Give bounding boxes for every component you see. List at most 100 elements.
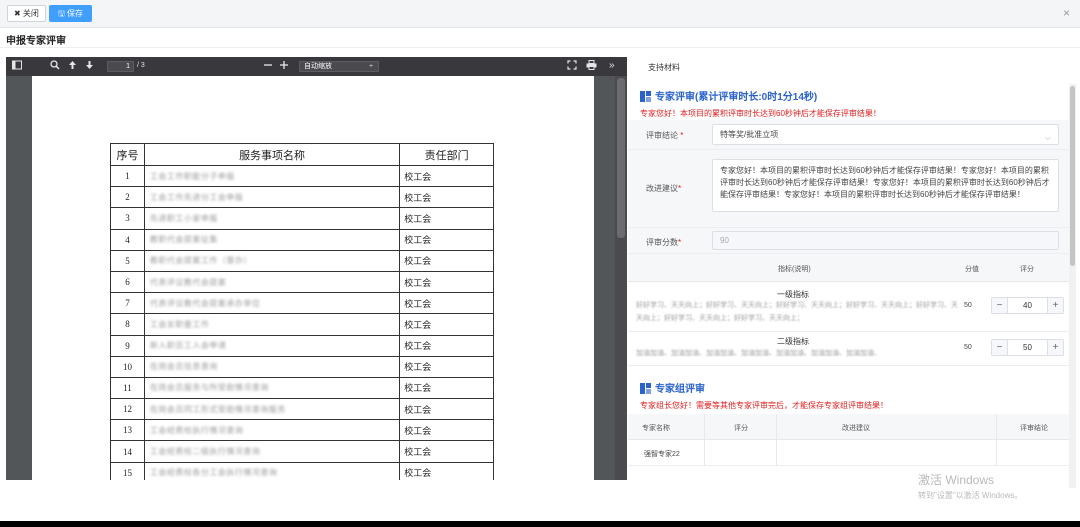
table-row: 12 在岗会员同工形式受助情况查询服务 校工会 (110, 398, 494, 421)
row-no: 3 (110, 207, 145, 230)
watermark-line2: 转到"设置"以激活 Windows。 (918, 491, 1023, 500)
divider (776, 414, 777, 466)
table-row: 4 教职代会提案征集 校工会 (110, 228, 494, 251)
plus-icon[interactable]: + (1047, 340, 1063, 355)
plus-icon[interactable]: + (1047, 298, 1063, 313)
row-dept: 校工会 (399, 376, 494, 400)
index-row: 一级指标 好好学习、天天向上；好好学习、天天向上；好好学习、天天向上；好好学习、… (628, 282, 1069, 332)
rating-stepper[interactable]: − 50 + (991, 339, 1064, 356)
table-row: 8 工会女职委工作 校工会 (110, 313, 494, 336)
row-no: 12 (110, 398, 145, 421)
search-icon[interactable] (50, 60, 60, 74)
zoom-out-icon[interactable] (264, 60, 272, 74)
top-toolbar: ✖ 关闭 🖫 保存 × (0, 0, 1080, 28)
row-name: 教职代会提案工作（督办） (149, 256, 252, 266)
row-name: 工会经费校执行情况查询 (149, 425, 244, 435)
rating-stepper[interactable]: − 40 + (991, 297, 1064, 314)
rating-value[interactable]: 40 (1008, 298, 1047, 313)
conclusion-select[interactable]: 特等奖/批准立项 ⌵ (712, 124, 1059, 145)
score-input[interactable]: 90 (712, 231, 1059, 250)
group-warning: 专家组长您好！需要等其他专家评审完后，才能保存专家组评审结果！ (640, 401, 888, 410)
previous-page-icon[interactable] (68, 60, 77, 74)
zoom-in-icon[interactable] (280, 60, 288, 74)
row-no: 8 (110, 313, 145, 336)
service-table: 序号 服务事项名称 责任部门 1 工会工作职能分子申报 校工会 2 工会工作先进分工会… (110, 143, 494, 480)
conclusion-row: 评审结论 * 特等奖/批准立项 ⌵ (628, 120, 1069, 150)
zoom-label: 自动缩放 (304, 63, 332, 70)
page-number-input[interactable]: 1 (107, 61, 134, 72)
conclusion-value: 特等奖/批准立项 (720, 130, 779, 139)
divider (704, 414, 705, 466)
row-dept: 校工会 (399, 228, 494, 251)
row-name: 工会女职委工作 (149, 319, 210, 329)
group-header-advice: 改进建议 (842, 425, 870, 432)
index-rating-header: 评分 (1020, 266, 1034, 273)
save-button[interactable]: 🖫 保存 (49, 5, 93, 22)
header-no: 序号 (110, 143, 145, 166)
row-dept: 校工会 (399, 186, 494, 209)
chevron-down-icon: ⌵ (1044, 133, 1051, 142)
row-no: 13 (110, 419, 145, 442)
header-name: 服务事项名称 (143, 143, 401, 166)
row-name: 在岗会员同工形式受助情况查询服务 (149, 404, 286, 414)
group-table-header: 专家名称 评分 改进建议 评审结论 (628, 414, 1069, 440)
row-no: 1 (110, 164, 145, 188)
table-row: 2 工会工作先进分工会申报 校工会 (110, 186, 494, 209)
fullscreen-icon[interactable] (567, 60, 577, 74)
row-dept: 校工会 (399, 355, 494, 378)
tab-support-materials[interactable]: 支持材料 (648, 62, 680, 73)
row-name: 代表评议教代会提案 (149, 277, 227, 287)
minus-icon[interactable]: − (992, 298, 1008, 313)
rating-value[interactable]: 50 (1008, 340, 1047, 355)
index-table-header: 指标(说明) 分值 评分 (628, 254, 1069, 282)
index-desc: 加油加油、加油加油、加油加油、加油加油、加油加油、加油加油、加油加油、 (636, 350, 881, 357)
index-row: 二级指标 加油加油、加油加油、加油加油、加油加油、加油加油、加油加油、加油加油、… (628, 332, 1069, 366)
header-dept: 责任部门 (399, 143, 494, 166)
row-no: 5 (110, 249, 145, 272)
row-name: 在岗会员信息查询 (149, 362, 218, 372)
zoom-select[interactable]: 自动缩放 ÷ (299, 61, 379, 72)
next-page-icon[interactable] (85, 60, 94, 74)
minus-icon[interactable]: − (992, 340, 1008, 355)
score-label: 评审分数* (646, 238, 682, 247)
more-tools-icon[interactable]: » (609, 60, 615, 72)
row-name: 新入职员工入会申请 (149, 341, 227, 351)
row-dept: 校工会 (399, 461, 494, 480)
table-row: 3 先进职工小家申报 校工会 (110, 207, 494, 230)
row-dept: 校工会 (399, 398, 494, 421)
pdf-scroll-thumb[interactable] (617, 78, 625, 238)
pdf-scrollbar[interactable] (615, 76, 627, 480)
page-total: / 3 (137, 62, 145, 69)
row-dept: 校工会 (399, 164, 494, 188)
group-expert-name: 强智专家22 (644, 451, 680, 458)
sidebar-toggle-icon[interactable] (12, 60, 22, 74)
panel-scrollbar[interactable] (1069, 84, 1076, 488)
panel-scroll-thumb[interactable] (1070, 86, 1075, 266)
advice-row: 改进建议* 专家您好！本项目的累积评审时长达到60秒钟后才能保存评审结果！专家您… (628, 150, 1069, 228)
table-row: 7 代表评议教代会提案承办单位 校工会 (110, 292, 494, 315)
row-no: 14 (110, 440, 145, 463)
print-icon[interactable] (586, 60, 597, 74)
group-header-conclusion: 评审结论 (1020, 425, 1048, 432)
windows-activation-watermark: 激活 Windows 转到"设置"以激活 Windows。 (918, 471, 1022, 501)
row-dept: 校工会 (399, 270, 494, 294)
close-button[interactable]: ✖ 关闭 (7, 5, 46, 22)
row-dept: 校工会 (399, 207, 494, 230)
conclusion-label: 评审结论 * (646, 131, 684, 140)
group-review-title: 专家组评审 (655, 384, 705, 395)
row-dept: 校工会 (399, 249, 494, 272)
advice-textarea[interactable]: 专家您好！本项目的累积评审时长达到60秒钟后才能保存评审结果！专家您好！本项目的… (712, 159, 1059, 212)
table-row: 14 工会经费校二级执行情况查询 校工会 (110, 440, 494, 463)
watermark-line1: 激活 Windows (918, 473, 995, 487)
row-name: 工会工作先进分工会申报 (149, 192, 244, 202)
row-name: 先进职工小家申报 (149, 213, 218, 223)
grid-icon (640, 383, 651, 394)
close-icon[interactable]: × (1063, 6, 1070, 20)
row-name: 在岗会员服务与所受助情况查询 (149, 383, 269, 393)
pdf-toolbar: 1 / 3 自动缩放 ÷ » (6, 57, 627, 76)
advice-label: 改进建议* (646, 184, 682, 193)
expert-review-heading: 专家评审(累计评审时长:0时1分14秒) (640, 88, 817, 103)
index-score: 50 (964, 344, 972, 351)
row-dept: 校工会 (399, 419, 494, 442)
row-dept: 校工会 (399, 292, 494, 315)
